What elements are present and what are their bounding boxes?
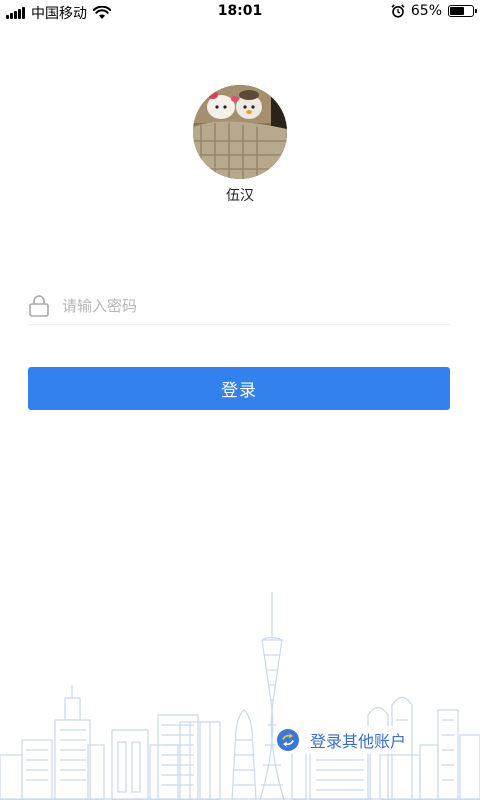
password-field-row[interactable]: [28, 288, 450, 325]
battery-percent: 65%: [410, 3, 442, 19]
lock-icon: [29, 295, 49, 317]
status-bar: 中国移动 18:01 65%: [0, 0, 480, 22]
password-input[interactable]: [62, 297, 422, 315]
username: 伍汉: [226, 188, 254, 204]
switch-account-icon: [277, 729, 299, 751]
avatar-photo: [193, 85, 287, 179]
status-right: 65%: [391, 3, 477, 19]
battery-level: [450, 7, 465, 15]
avatar: [193, 85, 287, 179]
battery-icon: [448, 5, 477, 17]
alarm-clock-icon: [391, 4, 405, 18]
other-account-link[interactable]: 登录其他账户: [276, 726, 411, 754]
city-skyline-illustration: [0, 592, 480, 800]
other-account-label: 登录其他账户: [310, 732, 407, 751]
login-button[interactable]: 登录: [28, 367, 450, 410]
